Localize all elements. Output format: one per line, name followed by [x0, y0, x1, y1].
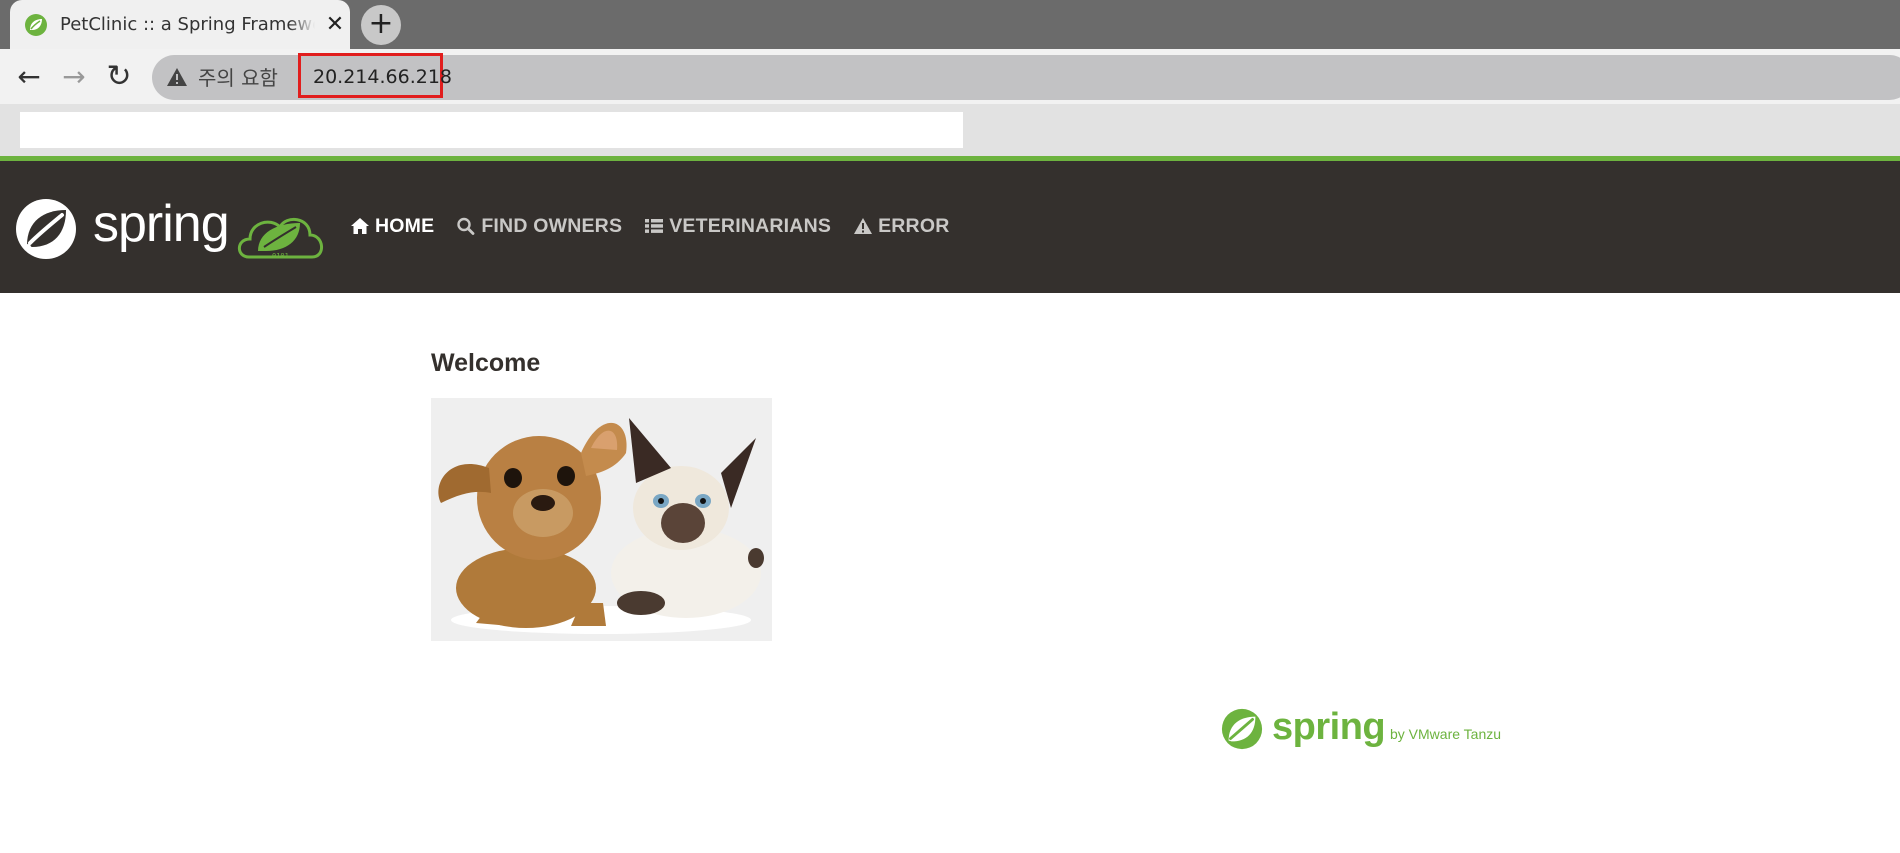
page-title: Welcome [431, 349, 541, 377]
footer-spring-wordmark: spring [1272, 706, 1386, 748]
browser-tab[interactable]: PetClinic :: a Spring Framework demonstr… [10, 0, 350, 49]
tab-title: PetClinic :: a Spring Framework demonstr… [60, 14, 315, 35]
pets-image [431, 398, 772, 641]
nav-find-owners[interactable]: FIND OWNERS [456, 211, 622, 241]
browser-tabstrip: PetClinic :: a Spring Framework demonstr… [0, 0, 1900, 49]
site-navbar: 0101 spring HOME FIND OWNERS VETERINARIA… [0, 161, 1900, 293]
warning-icon [167, 68, 187, 86]
spring-by-vmware-tanzu-logo: spring by VMware Tanzu [1220, 705, 1510, 755]
home-icon [351, 218, 369, 234]
search-icon [457, 217, 475, 235]
nav-error-label: ERROR [878, 214, 950, 237]
bookmark-field[interactable] [20, 112, 963, 148]
nav-home-label: HOME [375, 214, 435, 237]
footer-byline: by VMware Tanzu [1390, 726, 1502, 742]
svg-text:0101: 0101 [272, 252, 289, 260]
nav-menu: HOME FIND OWNERS VETERINARIANS ERROR [350, 211, 971, 241]
browser-toolbar: ← → ↻ 주의 요함 20.214.66.218 [0, 49, 1900, 104]
spring-favicon-icon [25, 14, 47, 36]
url-highlight-box: 20.214.66.218 [298, 53, 452, 98]
reload-icon[interactable]: ↻ [103, 61, 135, 93]
url-text[interactable]: 20.214.66.218 [313, 65, 452, 89]
list-icon [645, 219, 664, 233]
address-bar[interactable]: 주의 요함 20.214.66.218 [152, 53, 1900, 100]
bookmark-bar [0, 104, 1900, 156]
nav-veterinarians[interactable]: VETERINARIANS [644, 211, 831, 241]
warning-icon [854, 218, 873, 234]
nav-veterinarians-label: VETERINARIANS [669, 214, 832, 237]
spring-wordmark: spring [93, 195, 230, 253]
nav-home[interactable]: HOME [350, 211, 434, 241]
spring-leaf-icon [1221, 708, 1263, 750]
back-arrow-icon[interactable]: ← [13, 61, 45, 93]
new-tab-button[interactable]: + [361, 5, 401, 45]
nav-find-owners-label: FIND OWNERS [481, 214, 623, 237]
forward-arrow-icon[interactable]: → [58, 61, 90, 93]
nav-error[interactable]: ERROR [853, 211, 949, 241]
tab-close-icon[interactable]: ✕ [322, 12, 348, 38]
security-warning-label[interactable]: 주의 요함 [198, 65, 278, 91]
